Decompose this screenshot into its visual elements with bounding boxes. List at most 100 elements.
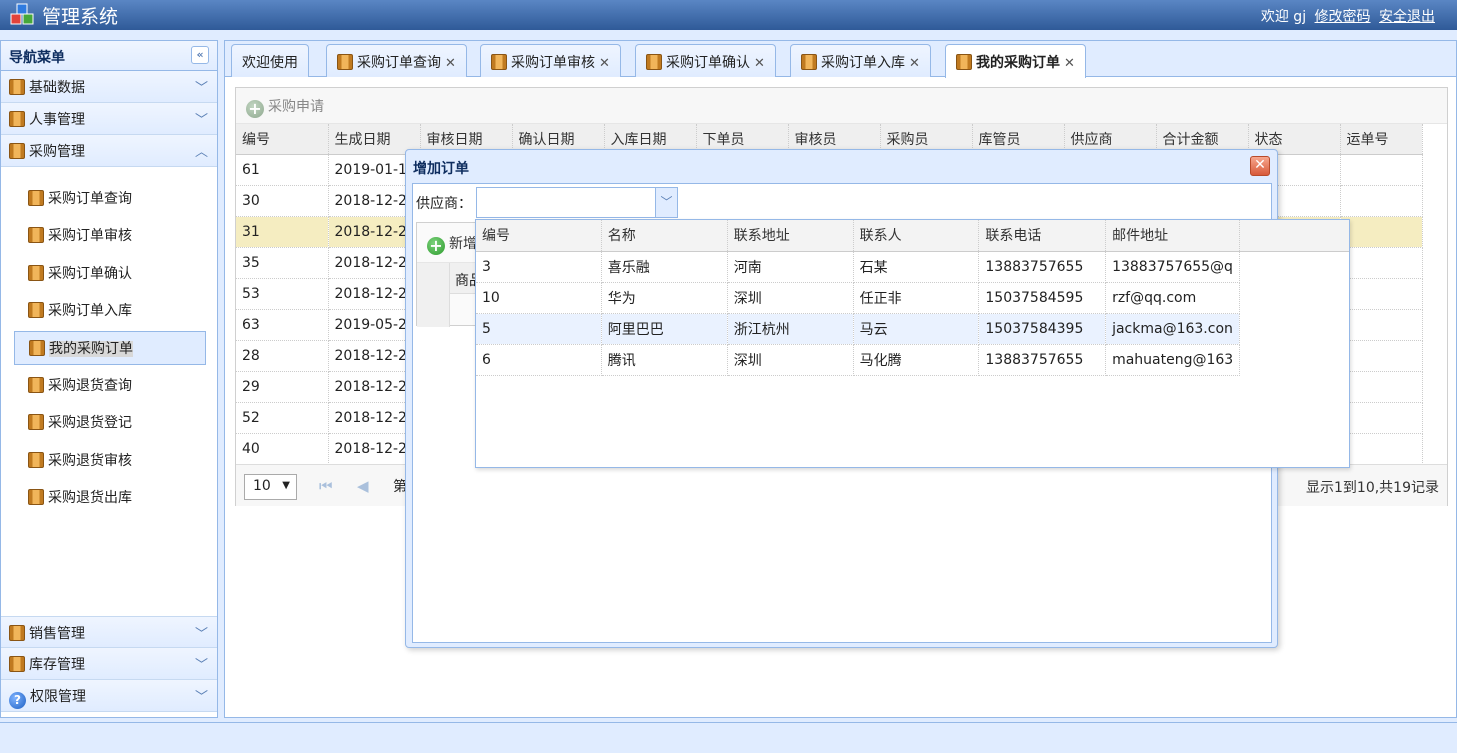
section-sales[interactable]: 销售管理 ﹀ xyxy=(1,616,217,648)
tab-bar: 欢迎使用 采购订单查询 ✕ 采购订单审核 ✕ 采购订单确认 ✕ 采购订单入库 ✕ 我的采… xyxy=(225,41,1456,78)
tab-purchase-order-query[interactable]: 采购订单查询 ✕ xyxy=(326,44,467,77)
section-hr[interactable]: 人事管理 ﹀ xyxy=(1,103,217,135)
first-page-icon[interactable]: ⏮ xyxy=(319,477,333,495)
tab-purchase-order-confirm[interactable]: 采购订单确认 ✕ xyxy=(635,44,776,77)
sidebar-item-purchase-order-confirm[interactable]: 采购订单确认 xyxy=(14,256,206,290)
add-detail-button[interactable]: + 新增 xyxy=(427,236,477,255)
change-password-link[interactable]: 修改密码 xyxy=(1315,9,1371,25)
supplier-combobox[interactable]: ﹀ xyxy=(476,187,678,218)
cell-address: 河南 xyxy=(727,251,854,283)
supplier-row[interactable]: 6 腾讯 深圳 马化腾 13883757655 mahuateng@163 xyxy=(476,344,1349,376)
collapse-icon[interactable]: ︿ xyxy=(195,141,208,160)
close-icon[interactable]: ✕ xyxy=(599,56,610,71)
cell-email: 13883757655@q xyxy=(1105,251,1241,283)
cell-contact: 任正非 xyxy=(853,282,980,314)
supplier-row[interactable]: 5 阿里巴巴 浙江杭州 马云 15037584395 jackma@163.co… xyxy=(476,313,1349,345)
cell-id: 28 xyxy=(236,340,329,372)
header-filler xyxy=(1239,220,1349,252)
box-icon xyxy=(337,54,353,70)
sidebar-item-purchase-order-query[interactable]: 采购订单查询 xyxy=(14,181,206,215)
menu-item-label: 采购订单查询 xyxy=(48,191,132,207)
cell-address: 深圳 xyxy=(727,282,854,314)
supplier-row[interactable]: 3 喜乐融 河南 石某 13883757655 13883757655@q xyxy=(476,251,1349,283)
cell-id: 52 xyxy=(236,402,329,434)
tab-label: 采购订单查询 xyxy=(357,55,441,71)
dropdown-arrow-icon: ▼ xyxy=(282,480,290,491)
collapse-sidebar-icon[interactable]: « xyxy=(191,46,209,64)
apply-button[interactable]: + 采购申请 xyxy=(246,99,324,118)
menu-item-label: 采购退货出库 xyxy=(48,490,132,507)
close-icon[interactable]: ✕ xyxy=(1064,56,1075,71)
sidebar-title-text: 导航菜单 xyxy=(9,50,65,66)
column-header[interactable]: 编号 xyxy=(236,124,329,155)
section-purchase[interactable]: 采购管理 ︿ xyxy=(1,135,217,167)
cell-phone: 13883757655 xyxy=(978,251,1107,283)
section-inventory[interactable]: 库存管理 ﹀ xyxy=(1,648,217,680)
sidebar: 导航菜单 « 基础数据 ﹀ 人事管理 ﹀ 采购管理 ︿ 采购订单查询 采购订单审… xyxy=(0,40,218,718)
expand-icon[interactable]: ﹀ xyxy=(195,623,208,642)
box-icon xyxy=(956,54,972,70)
cell-email: rzf@qq.com xyxy=(1105,282,1241,314)
cell-name: 阿里巴巴 xyxy=(601,313,728,345)
sidebar-item-purchase-order-review[interactable]: 采购订单审核 xyxy=(14,218,206,252)
sidebar-item-purchase-return-review[interactable]: 采购退货审核 xyxy=(14,443,206,477)
sidebar-item-purchase-return-register[interactable]: 采购退货登记 xyxy=(14,405,206,439)
cell-id: 30 xyxy=(236,185,329,217)
tab-purchase-order-review[interactable]: 采购订单审核 ✕ xyxy=(480,44,621,77)
box-icon xyxy=(28,264,44,281)
sidebar-title: 导航菜单 « xyxy=(1,41,217,71)
expand-icon[interactable]: ﹀ xyxy=(195,109,208,128)
sidebar-item-purchase-return-query[interactable]: 采购退货查询 xyxy=(14,368,206,402)
menu-item-label: 采购退货审核 xyxy=(48,452,132,469)
question-mark-icon: ? xyxy=(9,692,26,709)
sidebar-item-purchase-order-stockin[interactable]: 采购订单入库 xyxy=(14,293,206,327)
cell-address: 浙江杭州 xyxy=(727,313,854,345)
sidebar-item-my-purchase-orders[interactable]: 我的采购订单 xyxy=(14,330,206,365)
expand-icon[interactable]: ﹀ xyxy=(195,654,208,673)
column-header[interactable]: 联系人 xyxy=(853,220,980,252)
tab-welcome[interactable]: 欢迎使用 xyxy=(231,44,309,77)
cubes-logo-icon xyxy=(10,3,34,25)
section-basic-data[interactable]: 基础数据 ﹀ xyxy=(1,71,217,103)
tab-my-purchase-orders[interactable]: 我的采购订单 ✕ xyxy=(945,44,1086,78)
supplier-row[interactable]: 10 华为 深圳 任正非 15037584595 rzf@qq.com xyxy=(476,282,1349,314)
dialog-title: 增加订单 xyxy=(413,161,469,177)
tab-label: 欢迎使用 xyxy=(242,55,298,71)
cell-id: 53 xyxy=(236,278,329,310)
column-header[interactable]: 名称 xyxy=(601,220,728,252)
box-icon xyxy=(28,489,44,506)
chevron-down-icon[interactable]: ﹀ xyxy=(655,188,677,217)
add-icon: + xyxy=(427,237,445,255)
cell-contact: 马云 xyxy=(853,313,980,345)
column-header[interactable]: 编号 xyxy=(476,220,602,252)
menu-item-label: 我的采购订单 xyxy=(49,340,133,357)
menu-item-label: 采购退货登记 xyxy=(48,415,132,432)
supplier-input[interactable] xyxy=(477,188,655,217)
cell-phone: 15037584595 xyxy=(978,282,1107,314)
logout-link[interactable]: 安全退出 xyxy=(1379,9,1435,25)
cell-id: 35 xyxy=(236,247,329,279)
box-icon xyxy=(28,302,44,319)
menu-item-label: 采购订单入库 xyxy=(48,303,132,320)
close-icon[interactable]: ✕ xyxy=(909,56,920,71)
box-icon xyxy=(28,451,44,468)
section-label: 库存管理 xyxy=(29,657,85,673)
cell-phone: 15037584395 xyxy=(978,313,1107,345)
sidebar-item-purchase-return-outbound[interactable]: 采购退货出库 xyxy=(14,480,206,514)
section-permissions[interactable]: ? 权限管理 ﹀ xyxy=(1,680,217,712)
box-icon xyxy=(9,625,25,641)
prev-page-icon[interactable]: ◀ xyxy=(357,477,369,495)
column-header[interactable]: 联系电话 xyxy=(978,220,1107,252)
page-size-value: 10 xyxy=(253,478,271,494)
column-header[interactable]: 联系地址 xyxy=(727,220,854,252)
expand-icon[interactable]: ﹀ xyxy=(195,77,208,96)
close-icon[interactable]: ✕ xyxy=(754,56,765,71)
close-icon[interactable]: ✕ xyxy=(1250,156,1270,176)
tab-purchase-order-stockin[interactable]: 采购订单入库 ✕ xyxy=(790,44,931,77)
page-size-select[interactable]: 10 ▼ xyxy=(244,474,297,500)
column-header[interactable]: 运单号 xyxy=(1340,124,1423,155)
expand-icon[interactable]: ﹀ xyxy=(195,686,208,705)
close-icon[interactable]: ✕ xyxy=(445,56,456,71)
box-icon xyxy=(29,339,45,356)
column-header[interactable]: 邮件地址 xyxy=(1105,220,1241,252)
